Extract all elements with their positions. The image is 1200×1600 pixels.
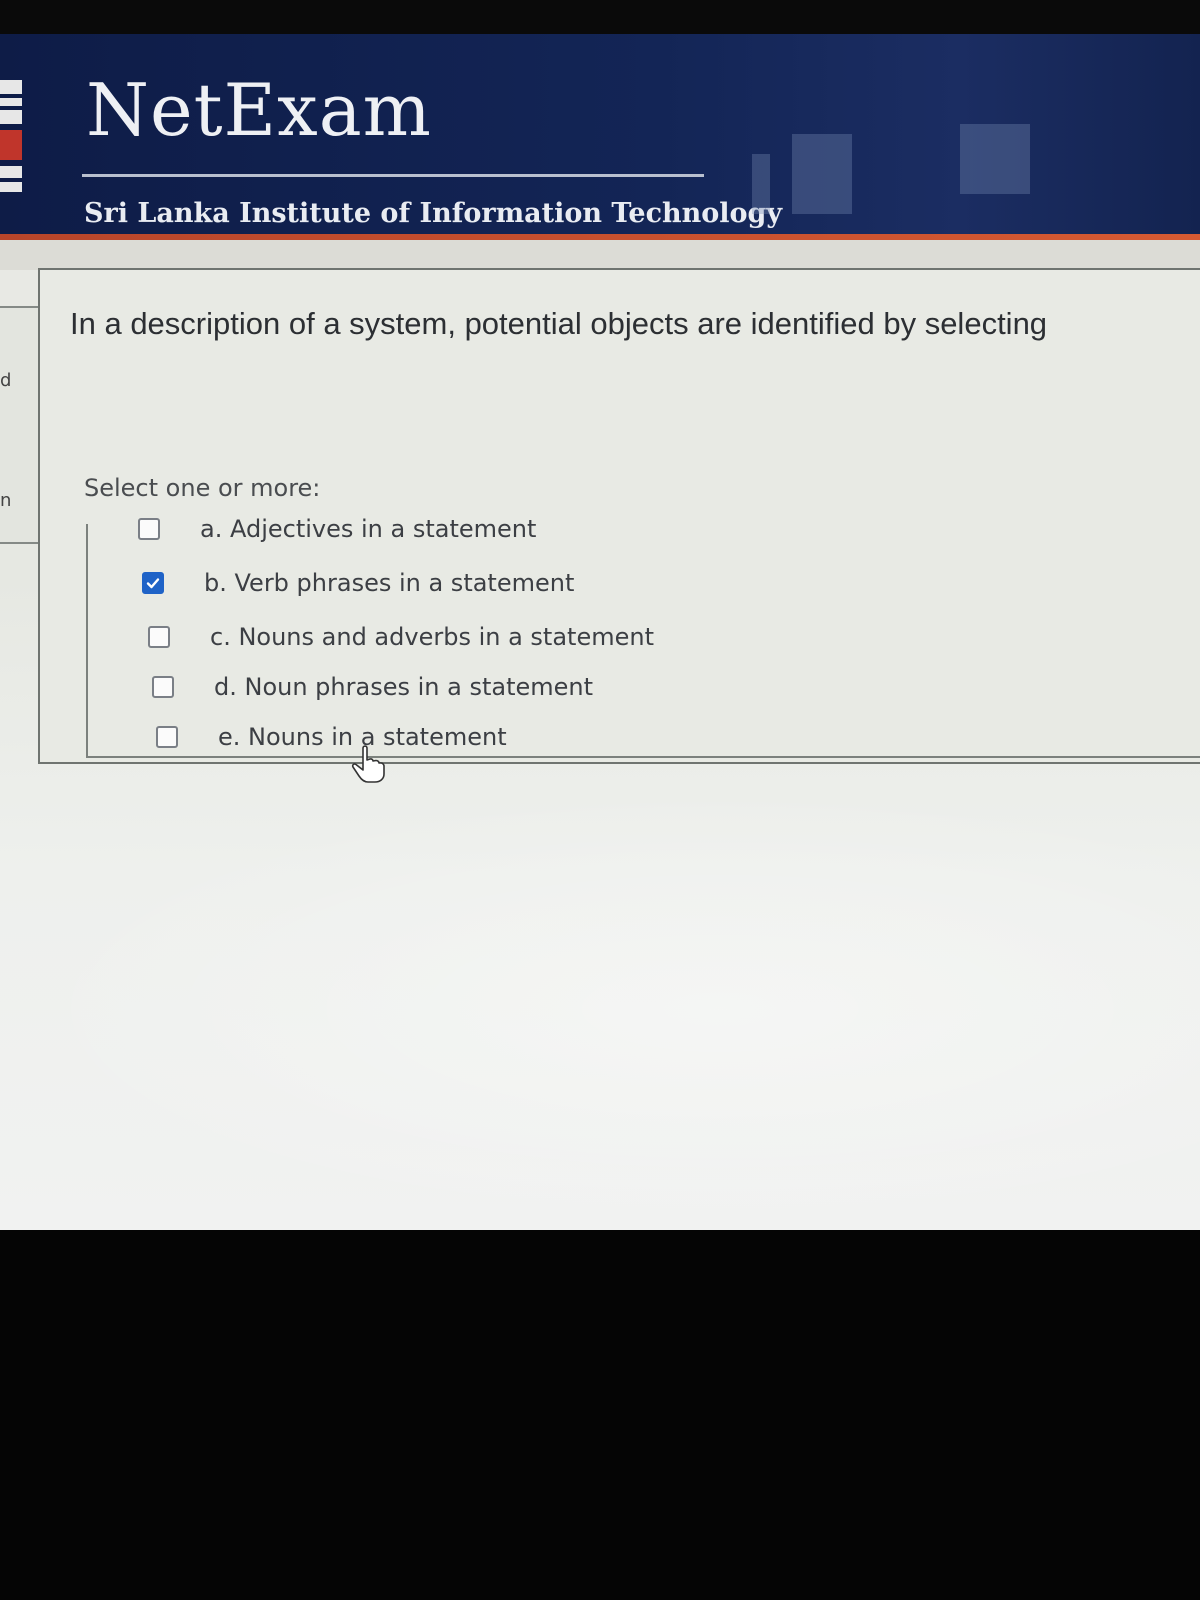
question-card: In a description of a system, potential … <box>38 268 1200 764</box>
answer-prompt: Select one or more: <box>84 474 321 502</box>
site-brand[interactable]: NetExam <box>86 68 432 152</box>
option-label: d. Noun phrases in a statement <box>214 673 594 701</box>
screen-glare <box>0 784 1200 1230</box>
option-e-checkbox[interactable] <box>156 726 178 748</box>
option-c[interactable]: c. Nouns and adverbs in a statement <box>148 620 654 654</box>
option-a-checkbox[interactable] <box>138 518 160 540</box>
question-text: In a description of a system, potential … <box>70 306 1048 341</box>
hand-pointer-icon <box>351 745 385 783</box>
photo-frame: NetExam Sri Lanka Institute of Informati… <box>0 0 1200 1600</box>
header-ribbon <box>0 240 1200 270</box>
header-decoration <box>792 134 852 214</box>
nav-fragment: n <box>0 490 12 511</box>
sliit-logo-icon[interactable] <box>0 80 24 210</box>
option-e[interactable]: e. Nouns in a statement <box>156 720 507 754</box>
site-header: NetExam Sri Lanka Institute of Informati… <box>0 34 1200 234</box>
option-d-checkbox[interactable] <box>152 676 174 698</box>
option-a[interactable]: a. Adjectives in a statement <box>138 512 536 546</box>
answer-options: a. Adjectives in a statement b. Verb phr… <box>86 515 1200 758</box>
header-decoration <box>960 124 1030 194</box>
option-label: a. Adjectives in a statement <box>200 515 537 543</box>
checkmark-icon <box>146 578 160 589</box>
option-c-checkbox[interactable] <box>148 626 170 648</box>
nav-fragment: d <box>0 370 12 391</box>
institution-name: Sri Lanka Institute of Information Techn… <box>84 198 783 229</box>
screen: NetExam Sri Lanka Institute of Informati… <box>0 34 1200 1230</box>
option-d[interactable]: d. Noun phrases in a statement <box>152 670 593 704</box>
option-b[interactable]: b. Verb phrases in a statement <box>142 566 574 600</box>
header-decoration <box>752 154 770 214</box>
monitor-bezel-top <box>0 0 1200 34</box>
option-label: c. Nouns and adverbs in a statement <box>210 623 654 651</box>
option-b-checkbox[interactable] <box>142 572 164 594</box>
brand-divider <box>82 174 704 177</box>
option-label: b. Verb phrases in a statement <box>204 569 575 597</box>
